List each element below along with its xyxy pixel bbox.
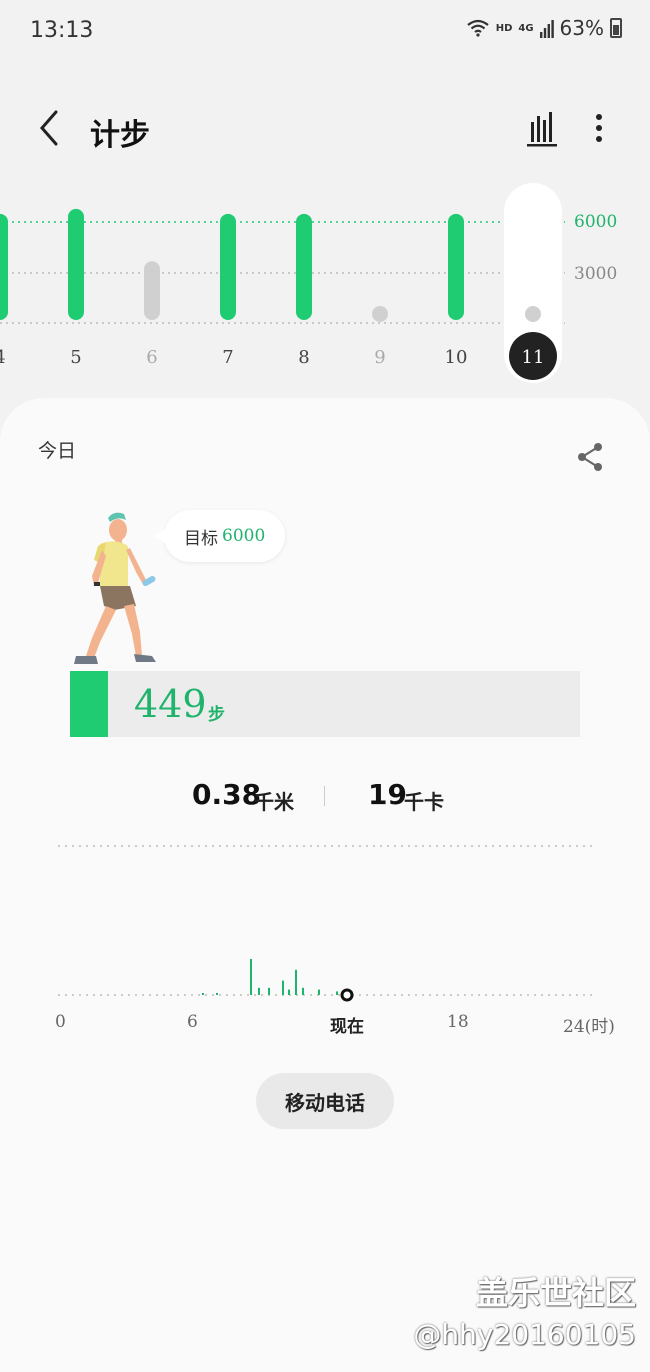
day-label-8: 8 bbox=[298, 347, 309, 368]
steps-unit: 步 bbox=[208, 705, 225, 725]
day-label-7: 7 bbox=[222, 347, 233, 368]
day-bar-4[interactable] bbox=[0, 213, 8, 320]
hour-bar bbox=[282, 980, 284, 995]
status-icons: HD 4G 63% bbox=[466, 16, 622, 40]
hd-indicator: HD bbox=[495, 22, 513, 34]
calories-unit: 千卡 bbox=[404, 790, 444, 814]
goal-bubble: 目标 6000 bbox=[153, 510, 286, 562]
steps-count: 449 bbox=[134, 682, 207, 726]
steps-progress-fill bbox=[70, 671, 109, 737]
now-marker bbox=[340, 988, 354, 1002]
watermark-handle: @hhy20160105 bbox=[413, 1318, 636, 1351]
day-bar-8[interactable] bbox=[296, 213, 312, 320]
signal-icon bbox=[539, 20, 554, 38]
day-label-9: 9 bbox=[374, 347, 385, 368]
hour-bar bbox=[258, 987, 260, 995]
bar-chart-icon bbox=[527, 112, 557, 147]
hour-bar bbox=[302, 987, 304, 995]
page-title: 计步 bbox=[90, 118, 150, 153]
chevron-left-icon bbox=[40, 110, 58, 146]
distance-unit: 千米 bbox=[254, 790, 294, 814]
hour-bar bbox=[318, 989, 320, 995]
network-type: 4G bbox=[518, 22, 534, 34]
goal-prefix: 目标 bbox=[184, 528, 218, 549]
share-icon bbox=[578, 443, 602, 471]
axis-label-0: 0 bbox=[55, 1012, 66, 1032]
hour-bar bbox=[288, 989, 290, 995]
day-bar-7[interactable] bbox=[220, 213, 236, 320]
day-bar-6[interactable] bbox=[144, 261, 160, 320]
battery-icon bbox=[610, 18, 622, 38]
distance-value: 0.38 bbox=[192, 778, 262, 811]
walking-person-illustration bbox=[74, 512, 156, 664]
axis-label-6: 6 bbox=[187, 1012, 198, 1032]
mid-line-label: 3000 bbox=[574, 264, 618, 284]
watermark-title: 盖乐世社区 bbox=[475, 1274, 636, 1312]
day-label-11: 11 bbox=[522, 347, 545, 368]
axis-label-18: 18 bbox=[447, 1012, 469, 1032]
share-button[interactable] bbox=[574, 440, 606, 474]
trends-button[interactable] bbox=[522, 108, 562, 148]
status-time: 13:13 bbox=[30, 18, 94, 43]
weekly-steps-chart: 4 5 6 7 8 9 10 11 6000 3000 bbox=[0, 180, 650, 395]
day-bar-9[interactable] bbox=[372, 306, 388, 322]
day-label-10: 10 bbox=[445, 347, 468, 368]
axis-label-24: 24(时) bbox=[563, 1017, 615, 1037]
more-options-button[interactable] bbox=[585, 108, 613, 148]
app-bar: 计步 bbox=[0, 96, 650, 160]
goal-line-label: 6000 bbox=[574, 212, 618, 232]
goal-value: 6000 bbox=[222, 526, 266, 546]
day-label-4: 4 bbox=[0, 347, 6, 368]
stats-divider bbox=[324, 786, 325, 806]
today-label: 今日 bbox=[38, 440, 77, 462]
wifi-icon bbox=[467, 19, 489, 37]
hour-bar bbox=[202, 993, 204, 995]
day-label-5: 5 bbox=[70, 347, 81, 368]
hourly-steps-chart bbox=[58, 845, 595, 1002]
device-source-button[interactable]: 移动电话 bbox=[256, 1073, 394, 1129]
hour-bar bbox=[216, 993, 218, 995]
more-vertical-icon bbox=[596, 114, 602, 142]
stats-row: 0.38 千米 19 千卡 bbox=[0, 778, 650, 818]
battery-percent: 63% bbox=[559, 16, 604, 40]
hour-bar bbox=[295, 969, 297, 995]
calories-value: 19 bbox=[368, 778, 407, 811]
today-card: 今日 目标 6000 449 步 0.38 千米 19 千卡 0 6 现在 18… bbox=[0, 398, 650, 1372]
day-label-6: 6 bbox=[146, 347, 157, 368]
axis-label-now: 现在 bbox=[330, 1017, 364, 1037]
day-bar-10[interactable] bbox=[448, 213, 464, 320]
hour-bar bbox=[336, 991, 338, 995]
back-button[interactable] bbox=[30, 106, 70, 150]
status-bar: 13:13 HD 4G 63% bbox=[0, 0, 650, 62]
day-bar-5[interactable] bbox=[68, 208, 84, 320]
weekly-chart-canvas: 4 5 6 7 8 9 10 11 bbox=[0, 183, 565, 383]
hour-bar bbox=[268, 987, 270, 995]
day-bar-11[interactable] bbox=[525, 306, 541, 322]
hour-bar bbox=[250, 959, 252, 995]
